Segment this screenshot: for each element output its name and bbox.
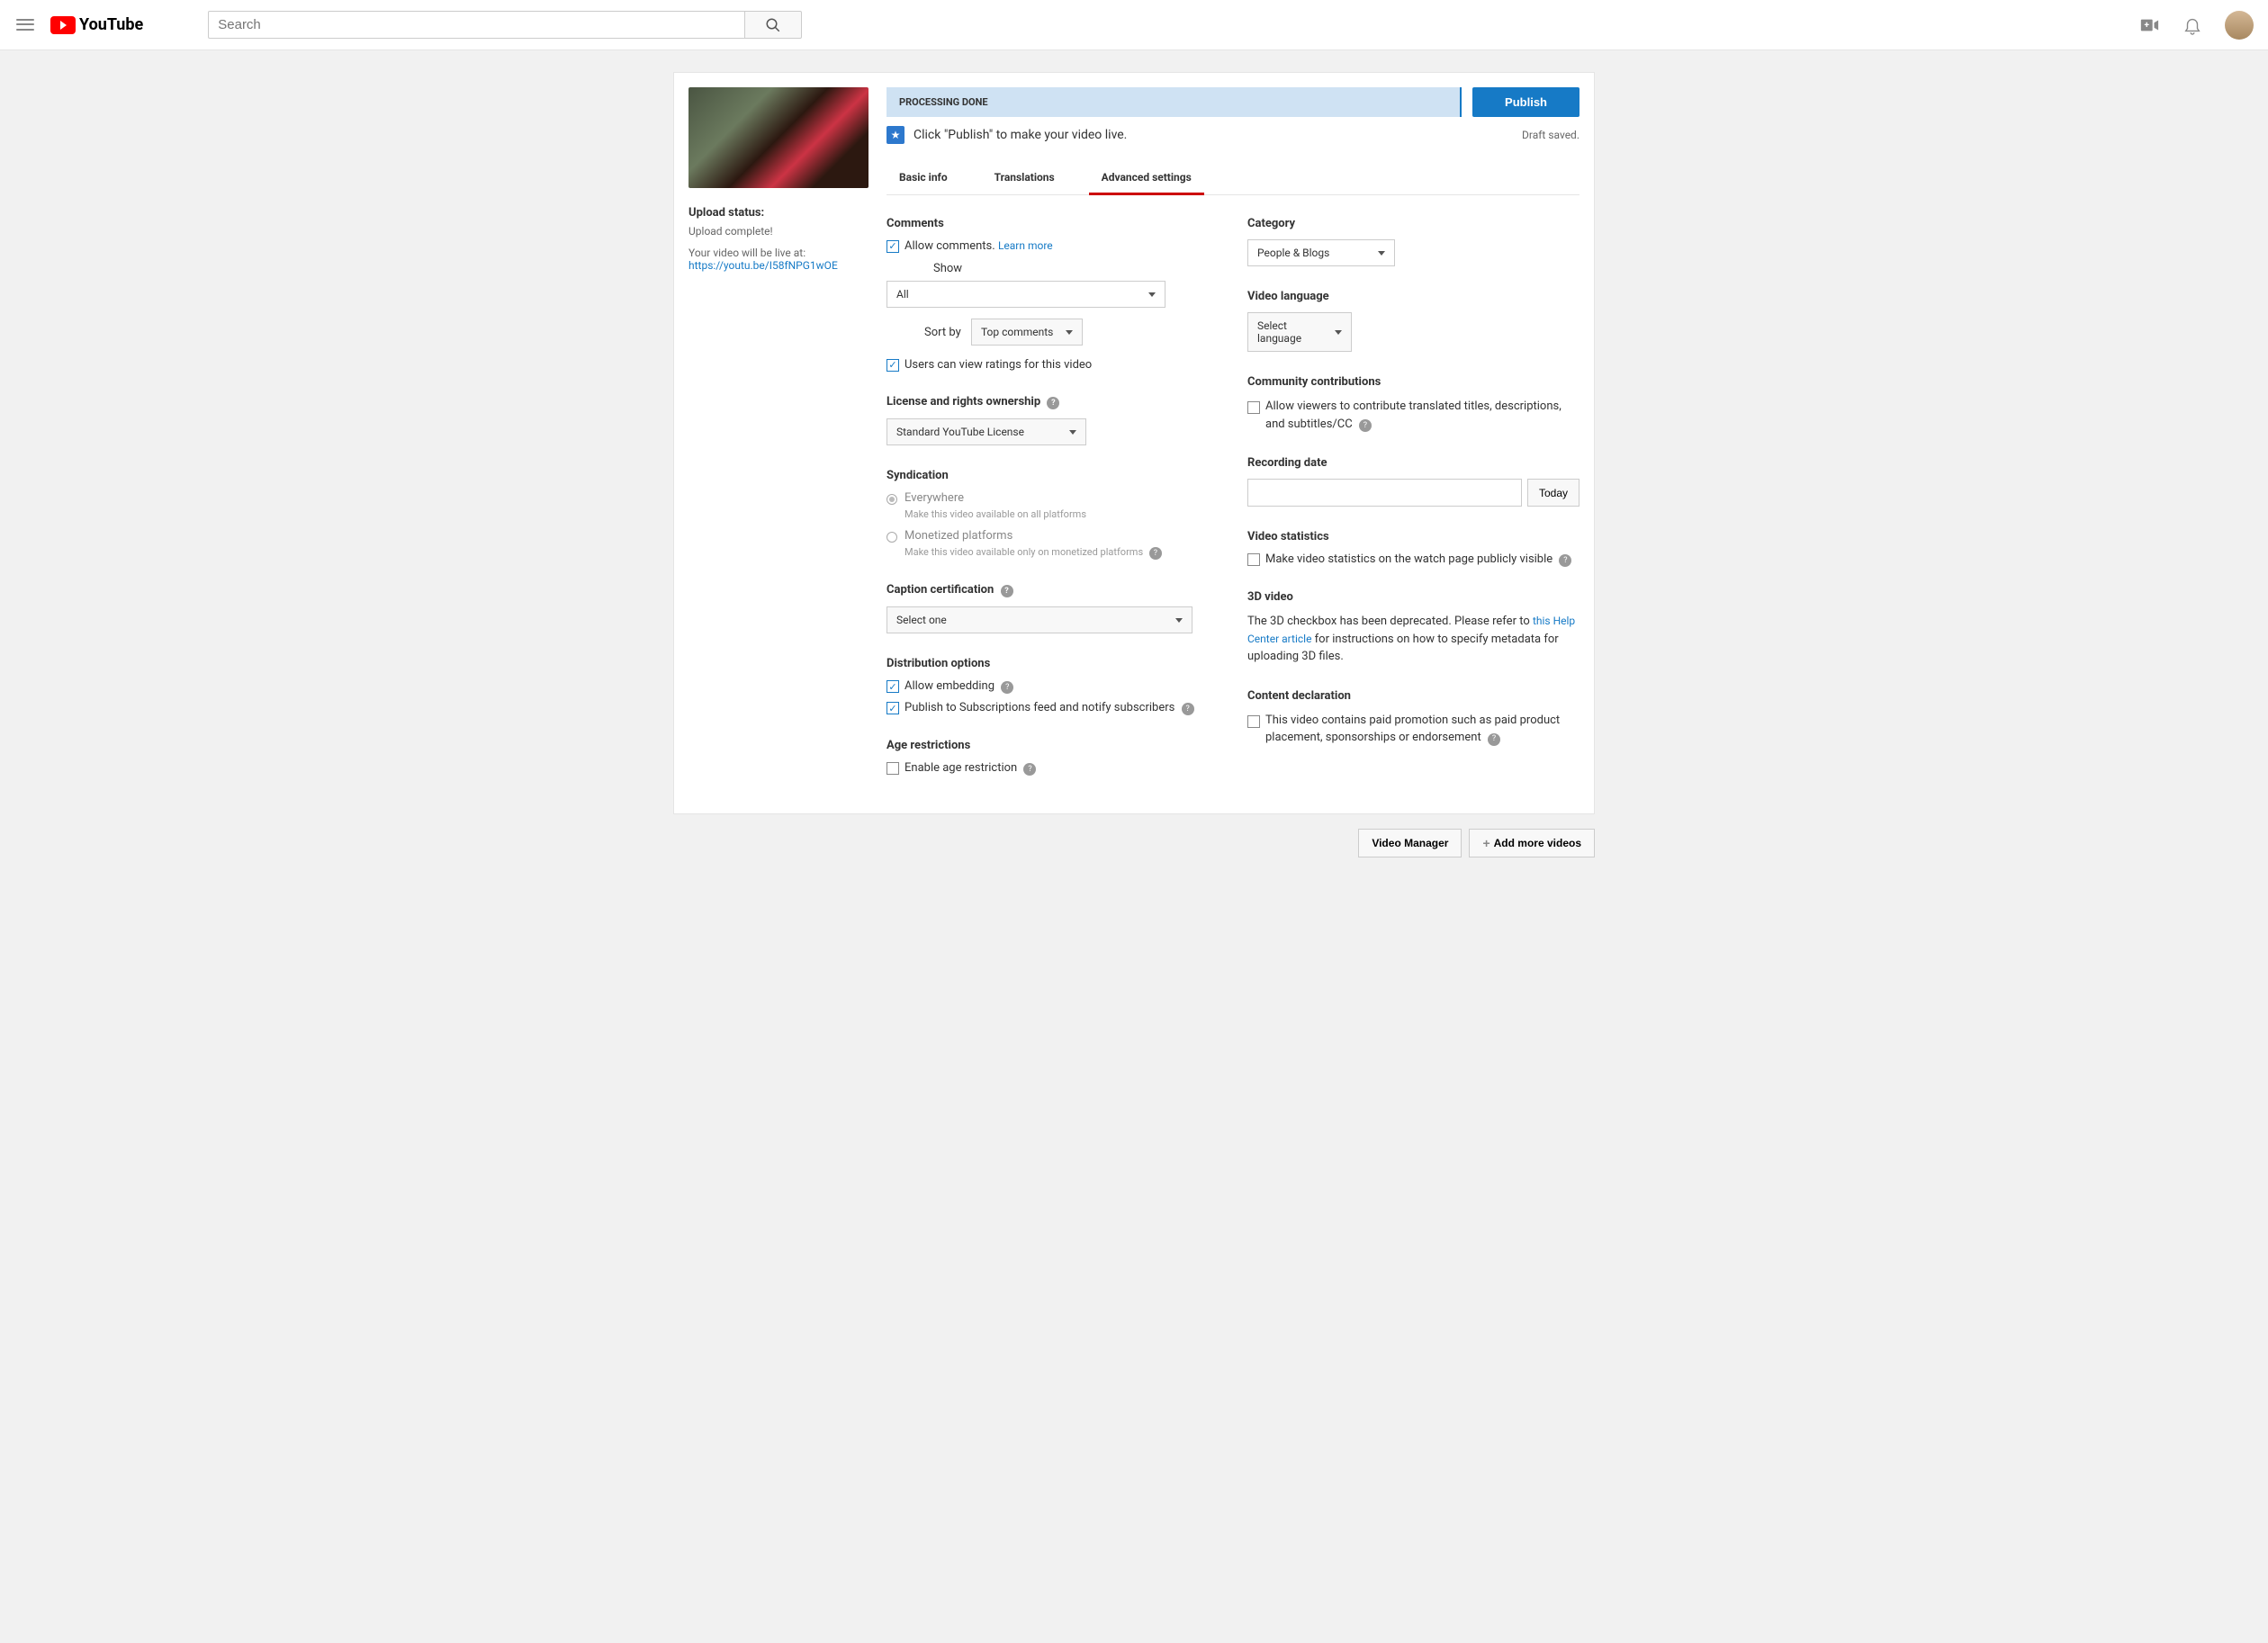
help-icon[interactable]: ? [1149, 547, 1162, 560]
ratings-checkbox[interactable] [886, 359, 899, 372]
plus-icon: + [1482, 837, 1490, 849]
help-icon[interactable]: ? [1359, 419, 1372, 432]
everywhere-label: Everywhere [904, 491, 964, 505]
notifications-icon[interactable] [2182, 14, 2203, 36]
embedding-checkbox[interactable] [886, 680, 899, 693]
learn-more-link[interactable]: Learn more [998, 239, 1053, 252]
license-select[interactable]: Standard YouTube License [886, 418, 1086, 445]
help-icon[interactable]: ? [1001, 681, 1013, 694]
monetized-desc: Make this video available only on moneti… [904, 546, 1219, 560]
age-title: Age restrictions [886, 739, 1219, 752]
video-live-text: Your video will be live at: [688, 247, 868, 259]
recording-date-input[interactable] [1247, 479, 1522, 507]
help-icon[interactable]: ? [1023, 763, 1036, 776]
help-icon[interactable]: ? [1559, 554, 1571, 567]
sort-label: Sort by [924, 326, 961, 339]
youtube-logo[interactable]: YouTube [50, 15, 143, 34]
publish-message: Click "Publish" to make your video live. [914, 128, 1127, 142]
community-title: Community contributions [1247, 375, 1580, 389]
logo-text: YouTube [79, 15, 143, 34]
search-bar [208, 11, 802, 39]
search-input[interactable] [208, 11, 744, 39]
processing-banner: PROCESSING DONE [886, 87, 1462, 117]
language-select[interactable]: Select language [1247, 312, 1352, 352]
chevron-down-icon [1378, 251, 1385, 256]
age-restriction-label: Enable age restriction ? [904, 761, 1036, 776]
declaration-title: Content declaration [1247, 689, 1580, 703]
show-label: Show [933, 262, 1219, 275]
chevron-down-icon [1175, 618, 1183, 623]
syndication-title: Syndication [886, 469, 1219, 482]
add-more-videos-button[interactable]: +Add more videos [1469, 829, 1595, 857]
search-icon [765, 17, 781, 33]
declaration-checkbox[interactable] [1247, 715, 1260, 728]
menu-icon[interactable] [14, 14, 36, 36]
declaration-label: This video contains paid promotion such … [1265, 712, 1580, 747]
chevron-down-icon [1066, 330, 1073, 335]
stats-title: Video statistics [1247, 530, 1580, 543]
chevron-down-icon [1069, 430, 1076, 435]
sort-select[interactable]: Top comments [971, 319, 1083, 346]
upload-card: Upload status: Upload complete! Your vid… [673, 72, 1595, 814]
monetized-label: Monetized platforms [904, 529, 1012, 543]
play-icon [50, 16, 76, 34]
category-select[interactable]: People & Blogs [1247, 239, 1395, 266]
draft-saved-text: Draft saved. [1522, 129, 1580, 141]
threed-text: The 3D checkbox has been deprecated. Ple… [1247, 613, 1580, 666]
help-icon[interactable]: ? [1182, 703, 1194, 715]
distribution-title: Distribution options [886, 657, 1219, 670]
comments-title: Comments [886, 217, 1219, 230]
header-actions: + [2138, 11, 2254, 40]
category-title: Category [1247, 217, 1580, 230]
today-button[interactable]: Today [1527, 479, 1580, 507]
chevron-down-icon [1335, 330, 1342, 335]
upload-status-text: Upload complete! [688, 225, 868, 238]
svg-text:+: + [2145, 20, 2150, 30]
age-restriction-checkbox[interactable] [886, 762, 899, 775]
recording-title: Recording date [1247, 456, 1580, 470]
everywhere-desc: Make this video available on all platfor… [904, 508, 1219, 520]
chevron-down-icon [1148, 292, 1156, 297]
ratings-label: Users can view ratings for this video [904, 358, 1092, 372]
video-url-link[interactable]: https://youtu.be/I58fNPG1wOE [688, 259, 838, 272]
community-checkbox[interactable] [1247, 401, 1260, 414]
monetized-radio[interactable] [886, 532, 897, 543]
upload-icon[interactable]: + [2138, 14, 2160, 36]
search-button[interactable] [744, 11, 802, 39]
tab-advanced-settings[interactable]: Advanced settings [1089, 164, 1204, 194]
show-select[interactable]: All [886, 281, 1166, 308]
upload-status-title: Upload status: [688, 206, 868, 220]
license-title: License and rights ownership ? [886, 395, 1219, 409]
allow-comments-label: Allow comments. [904, 239, 995, 253]
notify-label: Publish to Subscriptions feed and notify… [904, 701, 1194, 715]
help-icon[interactable]: ? [1047, 397, 1059, 409]
tabs: Basic info Translations Advanced setting… [886, 164, 1580, 195]
help-icon[interactable]: ? [1001, 585, 1013, 597]
stats-label: Make video statistics on the watch page … [1265, 552, 1571, 567]
tab-basic-info[interactable]: Basic info [886, 164, 960, 194]
help-icon[interactable]: ? [1488, 733, 1500, 746]
community-label: Allow viewers to contribute translated t… [1265, 398, 1580, 433]
video-manager-button[interactable]: Video Manager [1358, 829, 1462, 857]
notify-checkbox[interactable] [886, 702, 899, 714]
language-title: Video language [1247, 290, 1580, 303]
publish-button[interactable]: Publish [1472, 87, 1580, 117]
page-header: YouTube + [0, 0, 2268, 50]
video-thumbnail[interactable] [688, 87, 868, 188]
stats-checkbox[interactable] [1247, 553, 1260, 566]
allow-comments-checkbox[interactable] [886, 240, 899, 253]
embedding-label: Allow embedding ? [904, 679, 1013, 694]
star-icon: ★ [886, 126, 904, 144]
user-avatar[interactable] [2225, 11, 2254, 40]
threed-title: 3D video [1247, 590, 1580, 604]
tab-translations[interactable]: Translations [982, 164, 1067, 194]
everywhere-radio[interactable] [886, 494, 897, 505]
caption-select[interactable]: Select one [886, 606, 1192, 633]
caption-title: Caption certification ? [886, 583, 1219, 597]
